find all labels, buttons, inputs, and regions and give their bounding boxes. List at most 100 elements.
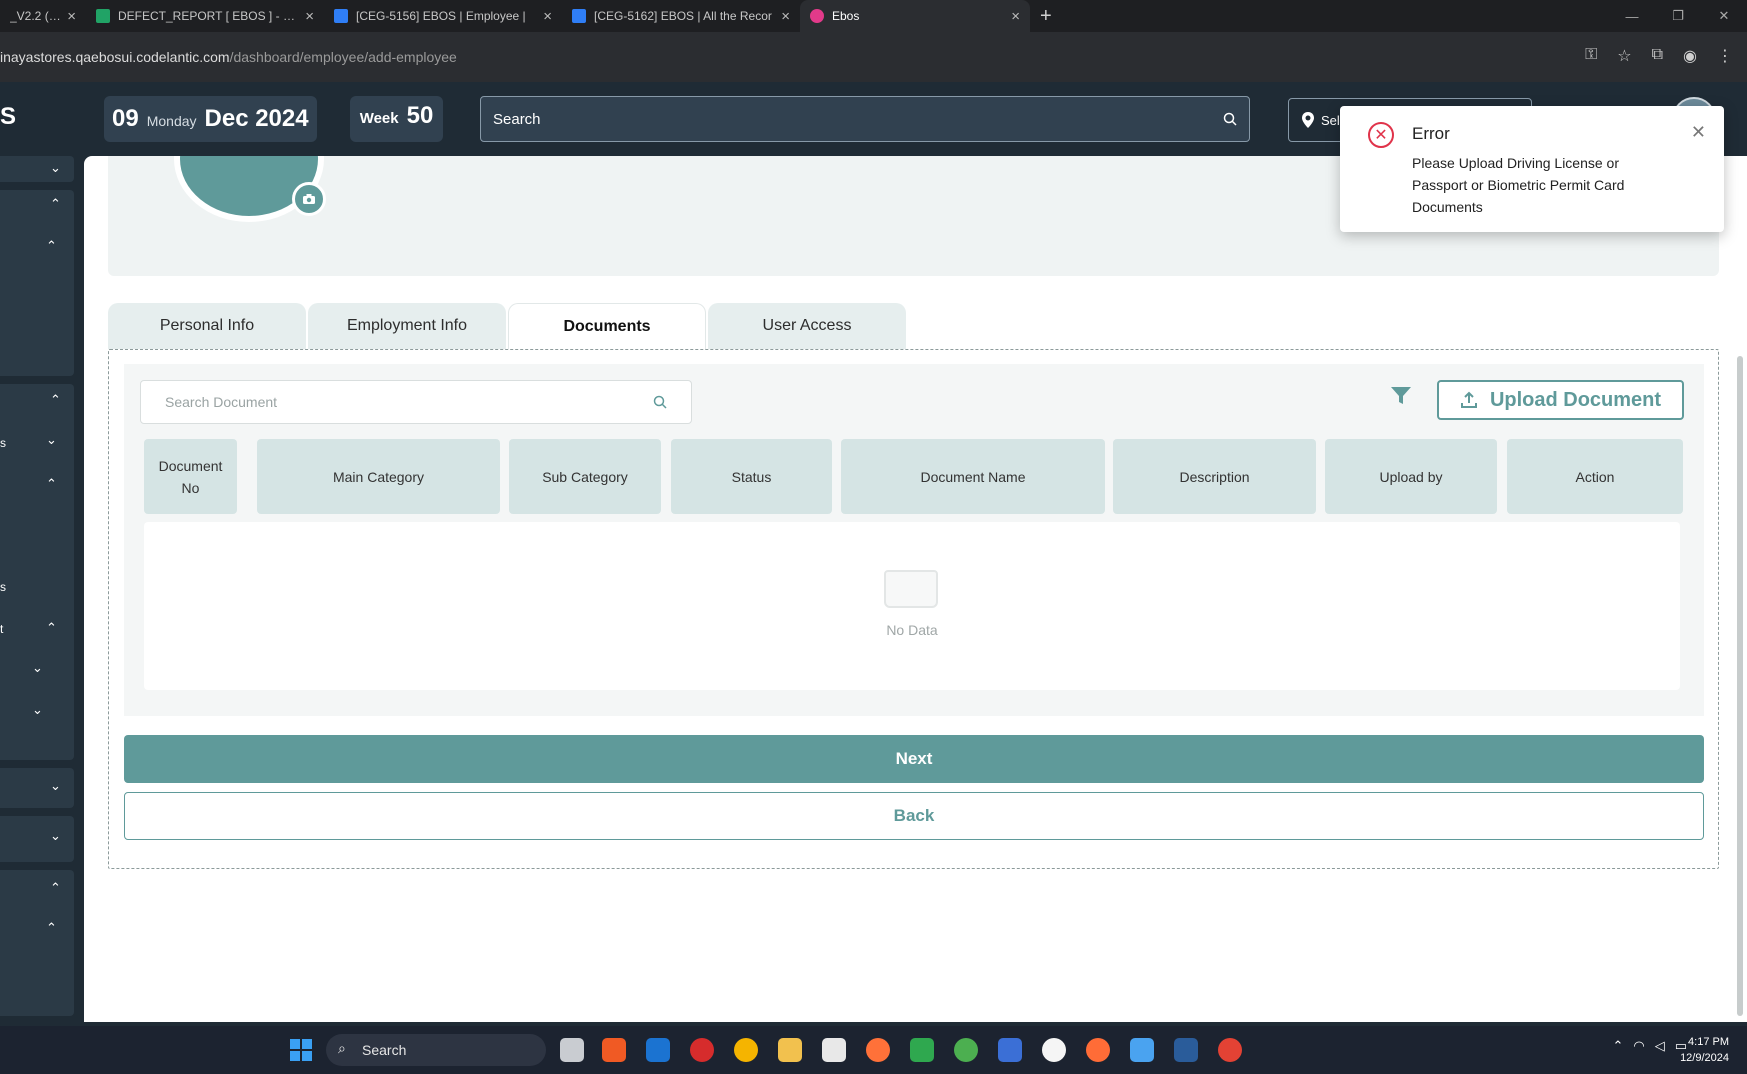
upload-document-button[interactable]: Upload Document: [1437, 380, 1684, 420]
key-icon[interactable]: ⚿: [1585, 46, 1597, 66]
chrome-profile-icon[interactable]: [954, 1038, 978, 1062]
search-icon[interactable]: [653, 395, 667, 409]
close-icon[interactable]: ×: [1011, 8, 1020, 25]
sidebar-group[interactable]: ⌃ ⌃: [0, 870, 74, 1016]
browser-tab[interactable]: DEFECT_REPORT [ EBOS ] - Goo ×: [86, 0, 324, 32]
close-icon[interactable]: ×: [543, 8, 552, 25]
back-button[interactable]: Back: [124, 792, 1704, 840]
postman-icon[interactable]: [1086, 1038, 1110, 1062]
maximize-icon[interactable]: ❐: [1655, 8, 1701, 24]
sidebar-item-label: t: [0, 622, 4, 636]
minimize-icon[interactable]: —: [1609, 9, 1655, 24]
menu-icon[interactable]: ⋮: [1717, 46, 1733, 66]
chevron-down-icon: ⌄: [32, 702, 43, 717]
profile-tabs: Personal Info Employment Info Documents …: [108, 303, 906, 349]
sheets-icon: [96, 9, 110, 23]
address-bar: inayastores.qaebosui.codelantic.com/dash…: [0, 32, 1747, 82]
main-content: Personal Info Employment Info Documents …: [84, 156, 1747, 1022]
clock-date: 12/9/2024: [1680, 1052, 1729, 1064]
intellij-icon[interactable]: [822, 1038, 846, 1062]
profile-icon[interactable]: ◉: [1683, 46, 1697, 66]
browser-tab-label: [CEG-5156] EBOS | Employee |: [356, 9, 526, 23]
tab-personal-info[interactable]: Personal Info: [108, 303, 306, 349]
file-explorer-icon[interactable]: [560, 1038, 584, 1062]
sidebar-group[interactable]: ⌃ ⌃: [0, 190, 74, 376]
chevron-up-icon: ⌃: [50, 880, 61, 895]
chevron-down-icon: ⌄: [46, 432, 57, 447]
chevron-up-icon: ⌃: [46, 620, 57, 635]
documents-panel: Search Document Upload Document Document…: [124, 364, 1704, 716]
wifi-icon[interactable]: ◠: [1633, 1038, 1644, 1054]
chevron-up-icon: ⌃: [50, 392, 61, 407]
column-header: Action: [1507, 439, 1683, 514]
close-icon[interactable]: ×: [305, 8, 314, 25]
recorder-icon[interactable]: [690, 1038, 714, 1062]
document-search-input[interactable]: Search Document: [140, 380, 692, 424]
column-header: Upload by: [1325, 439, 1497, 514]
sidebar-item-label: s: [0, 580, 6, 594]
toast-message: Please Upload Driving License or Passpor…: [1412, 155, 1625, 215]
scrollbar[interactable]: [1737, 356, 1743, 1016]
volume-icon[interactable]: ◁: [1655, 1038, 1665, 1054]
column-header: Description: [1113, 439, 1316, 514]
search-icon[interactable]: [1223, 112, 1237, 126]
sidebar-item[interactable]: ⌄: [0, 816, 74, 862]
browser-tab[interactable]: [CEG-5162] EBOS | All the Recor ×: [562, 0, 800, 32]
star-icon[interactable]: ☆: [1617, 46, 1631, 66]
system-clock[interactable]: 4:17 PM 12/9/2024: [1680, 1034, 1729, 1066]
date-day: 09: [112, 105, 139, 132]
browser-tab-active[interactable]: Ebos ×: [800, 0, 1030, 32]
windows-start-icon[interactable]: [290, 1039, 312, 1061]
date-display: 09 Monday Dec 2024: [104, 96, 317, 142]
close-icon[interactable]: ×: [67, 8, 76, 25]
logo: S: [0, 103, 17, 130]
app-icon[interactable]: [1174, 1038, 1198, 1062]
filter-icon[interactable]: [1390, 386, 1412, 412]
toast-title: Error: [1412, 124, 1450, 143]
app-icon[interactable]: [1042, 1038, 1066, 1062]
close-icon[interactable]: ×: [781, 8, 790, 25]
new-tab-icon[interactable]: +: [1040, 5, 1052, 28]
next-button[interactable]: Next: [124, 735, 1704, 783]
folder-icon[interactable]: [778, 1038, 802, 1062]
close-icon[interactable]: ✕: [1691, 122, 1706, 143]
browser-tab[interactable]: _V2.2 (R2) - ×: [0, 0, 86, 32]
chevron-up-icon: ⌃: [46, 476, 57, 491]
outlook-icon[interactable]: [646, 1038, 670, 1062]
global-search-input[interactable]: Search: [480, 96, 1250, 142]
chrome-icon[interactable]: [1218, 1038, 1242, 1062]
camera-icon[interactable]: [292, 182, 326, 216]
tab-user-access[interactable]: User Access: [708, 303, 906, 349]
tab-documents[interactable]: Documents: [508, 303, 706, 349]
upload-icon: [1460, 391, 1477, 408]
extensions-icon[interactable]: ⧉: [1652, 46, 1663, 66]
column-header: Status: [671, 439, 832, 514]
column-header: Document No: [144, 439, 237, 514]
app-icon[interactable]: [998, 1038, 1022, 1062]
browser-tab[interactable]: [CEG-5156] EBOS | Employee | ×: [324, 0, 562, 32]
url-field[interactable]: inayastores.qaebosui.codelantic.com/dash…: [0, 49, 457, 65]
taskbar-search[interactable]: ⌕ Search: [326, 1034, 546, 1066]
chevron-up-icon[interactable]: ⌃: [1612, 1038, 1623, 1054]
date-month-year: Dec 2024: [204, 105, 309, 132]
search-icon: ⌕: [338, 1040, 346, 1056]
chevron-down-icon: ⌄: [32, 660, 43, 675]
sidebar-item-label: s: [0, 436, 6, 450]
chat-icon[interactable]: [910, 1038, 934, 1062]
window-controls: — ❐ ✕: [1609, 0, 1747, 32]
sidebar-group[interactable]: ⌃ s ⌄ ⌃ s t ⌃ ⌄ ⌄: [0, 384, 74, 760]
chrome-icon[interactable]: [734, 1038, 758, 1062]
chevron-down-icon: ⌄: [50, 778, 61, 793]
jira-icon: [334, 9, 348, 23]
close-window-icon[interactable]: ✕: [1701, 8, 1747, 24]
week-label: Week: [359, 110, 399, 127]
chevron-down-icon: ⌄: [50, 160, 61, 175]
firefox-icon[interactable]: [866, 1038, 890, 1062]
sidebar-item[interactable]: ⌄: [0, 156, 74, 182]
brave-icon[interactable]: [602, 1038, 626, 1062]
sidebar-item[interactable]: ⌄: [0, 768, 74, 808]
browser-tab-label: DEFECT_REPORT [ EBOS ] - Goo: [118, 9, 300, 23]
notepad-icon[interactable]: [1130, 1038, 1154, 1062]
url-path: /dashboard/employee/add-employee: [229, 49, 457, 65]
tab-employment-info[interactable]: Employment Info: [308, 303, 506, 349]
